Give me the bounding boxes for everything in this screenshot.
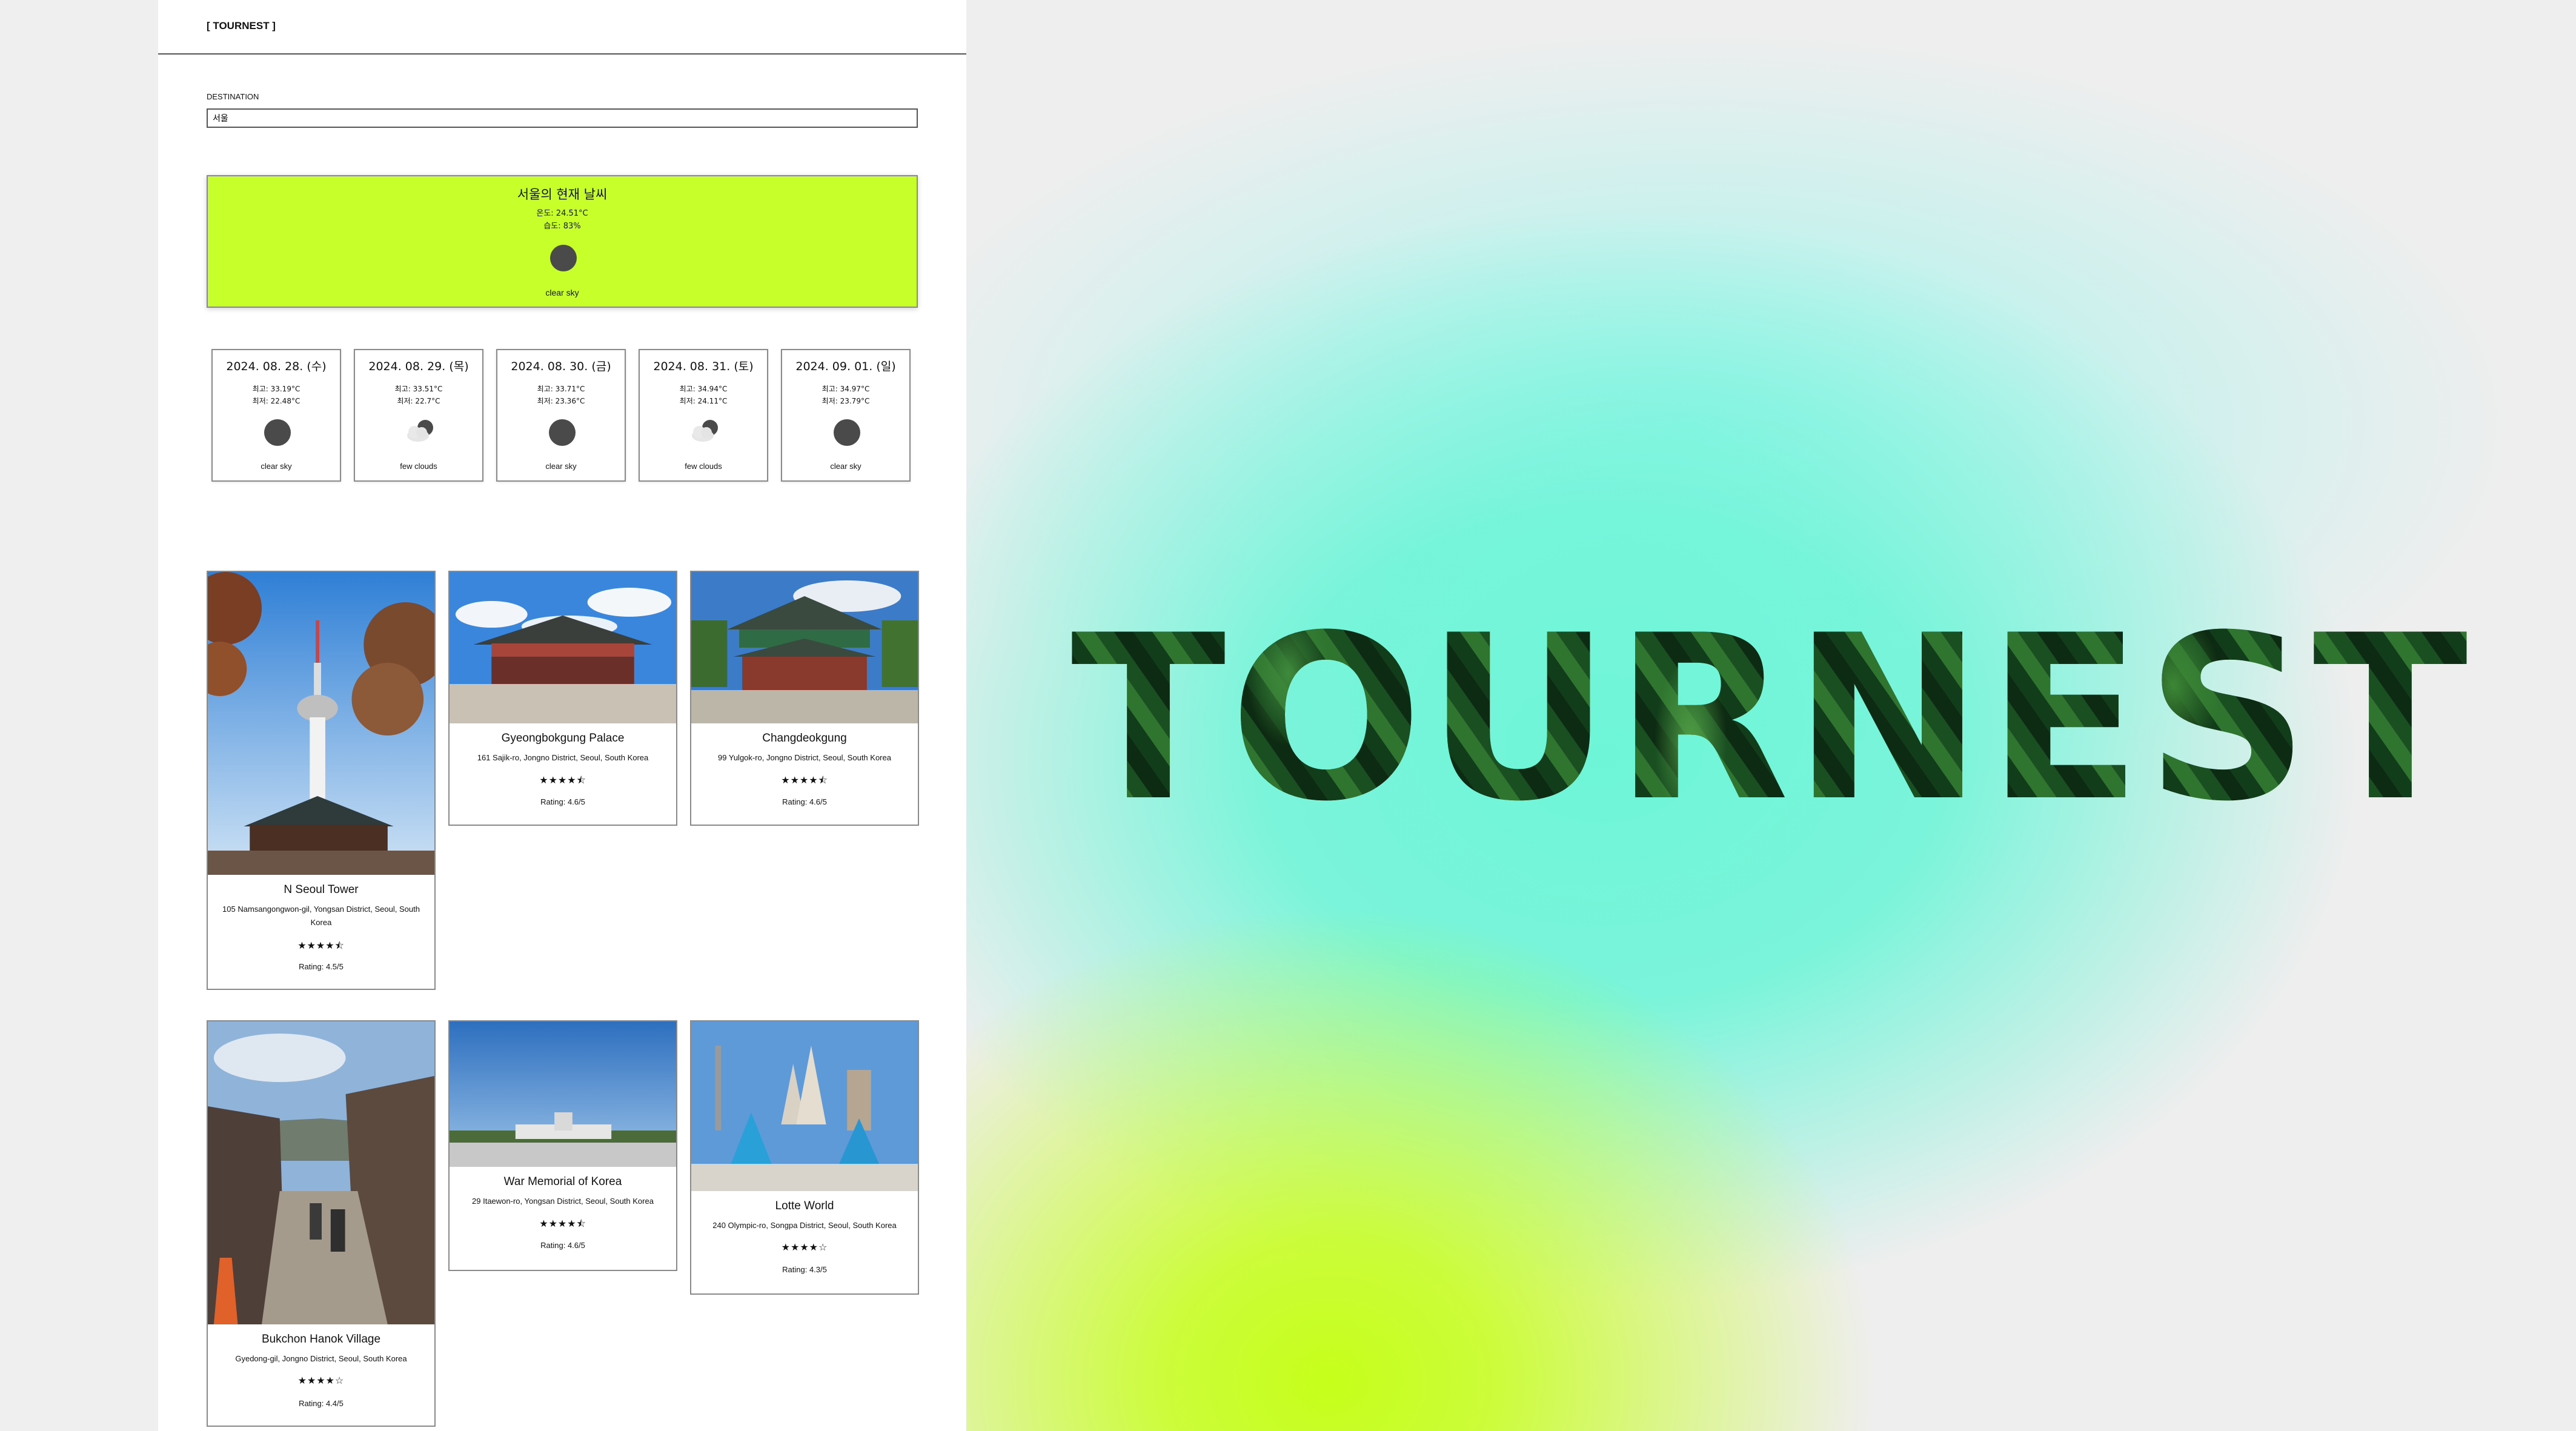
forecast-high: 최고: 33.51°C — [394, 385, 443, 393]
top-bar: [ TOURNEST ] — [158, 0, 966, 55]
place-photo — [691, 572, 918, 723]
forecast-low: 최저: 23.79°C — [822, 397, 870, 405]
forecast-high: 최고: 34.97°C — [822, 385, 870, 393]
star-rating-icon: ★★★★⯪ — [297, 940, 345, 951]
place-address: 99 Yulgok-ro, Jongno District, Seoul, So… — [718, 753, 891, 762]
forecast-description: clear sky — [261, 462, 292, 471]
current-weather-title: 서울의 현재 날씨 — [517, 187, 608, 202]
place-photo — [208, 572, 434, 875]
destination-label: DESTINATION — [207, 92, 259, 101]
place-photo — [208, 1021, 434, 1324]
place-rating: Rating: 4.6/5 — [540, 797, 585, 806]
place-photo — [450, 1021, 676, 1167]
current-weather-description: clear sky — [545, 288, 579, 297]
forecast-description: clear sky — [545, 462, 577, 471]
forecast-low: 최저: 24.11°C — [679, 397, 728, 405]
place-address: Gyedong-gil, Jongno District, Seoul, Sou… — [235, 1354, 407, 1363]
place-address: 29 Itaewon-ro, Yongsan District, Seoul, … — [472, 1197, 654, 1206]
place-address: 161 Sajik-ro, Jongno District, Seoul, So… — [477, 753, 649, 762]
place-rating: Rating: 4.5/5 — [299, 962, 344, 971]
forecast-date: 2024. 08. 31. (토) — [653, 360, 754, 373]
star-rating-icon: ★★★★☆ — [297, 1375, 345, 1386]
forecast-date: 2024. 09. 01. (일) — [795, 360, 896, 373]
place-card[interactable]: War Memorial of Korea 29 Itaewon-ro, Yon… — [448, 1020, 677, 1271]
place-address: 240 Olympic-ro, Songpa District, Seoul, … — [712, 1221, 897, 1230]
clear-sky-icon — [549, 419, 576, 446]
place-card[interactable]: Gyeongbokgung Palace 161 Sajik-ro, Jongn… — [448, 571, 677, 826]
few-clouds-icon — [692, 420, 718, 442]
star-rating-icon: ★★★★☆ — [781, 1241, 828, 1253]
place-rating: Rating: 4.6/5 — [782, 797, 827, 806]
app-panel: [ TOURNEST ] DESTINATION 서울의 현재 날씨 온도: 2… — [158, 0, 966, 1431]
destination-input[interactable] — [207, 108, 918, 128]
place-card[interactable]: N Seoul Tower 105 Namsangongwon-gil, Yon… — [207, 571, 436, 990]
forecast-low: 최저: 23.36°C — [537, 397, 585, 405]
place-address: 105 Namsangongwon-gil, Yongsan District,… — [222, 905, 420, 927]
place-name: N Seoul Tower — [284, 883, 359, 896]
forecast-card: 2024. 08. 29. (목) 최고: 33.51°C 최저: 22.7°C… — [354, 349, 483, 482]
few-clouds-icon — [407, 420, 433, 442]
place-card[interactable]: Bukchon Hanok Village Gyedong-gil, Jongn… — [207, 1020, 436, 1427]
forecast-high: 최고: 34.94°C — [679, 385, 728, 393]
star-rating-icon: ★★★★⯪ — [539, 1218, 586, 1229]
clear-sky-icon — [550, 245, 577, 271]
forecast-description: clear sky — [830, 462, 861, 471]
forecast-high: 최고: 33.19°C — [252, 385, 300, 393]
star-rating-icon: ★★★★⯪ — [539, 774, 586, 786]
place-name: War Memorial of Korea — [503, 1175, 622, 1188]
forecast-low: 최저: 22.7°C — [397, 397, 440, 405]
place-name: Lotte World — [775, 1200, 834, 1212]
place-rating: Rating: 4.3/5 — [782, 1265, 827, 1274]
hero-title: TOURNEST — [966, 606, 2576, 833]
clear-sky-icon — [264, 419, 291, 446]
forecast-low: 최저: 22.48°C — [252, 397, 300, 405]
current-temperature: 온도: 24.51°C — [536, 209, 588, 218]
place-name: Gyeongbokgung Palace — [501, 732, 625, 745]
current-weather-panel: 서울의 현재 날씨 온도: 24.51°C 습도: 83% clear sky — [207, 175, 918, 308]
hero-panel: TOURNEST — [966, 0, 2576, 1431]
place-card[interactable]: Lotte World 240 Olympic-ro, Songpa Distr… — [690, 1020, 919, 1295]
page-margin — [0, 0, 158, 1431]
place-name: Bukchon Hanok Village — [261, 1333, 381, 1346]
current-humidity: 습도: 83% — [543, 222, 581, 231]
place-name: Changdeokgung — [762, 732, 847, 745]
brand-logo[interactable]: [ TOURNEST ] — [207, 20, 276, 32]
place-photo — [450, 572, 676, 723]
clear-sky-icon — [834, 419, 860, 446]
place-photo — [691, 1021, 918, 1191]
forecast-card: 2024. 08. 30. (금) 최고: 33.71°C 최저: 23.36°… — [496, 349, 626, 482]
forecast-description: few clouds — [685, 462, 722, 471]
star-rating-icon: ★★★★⯪ — [781, 774, 828, 786]
place-rating: Rating: 4.4/5 — [299, 1399, 344, 1408]
place-card[interactable]: Changdeokgung 99 Yulgok-ro, Jongno Distr… — [690, 571, 919, 826]
forecast-description: few clouds — [400, 462, 437, 471]
forecast-high: 최고: 33.71°C — [537, 385, 585, 393]
forecast-card: 2024. 09. 01. (일) 최고: 34.97°C 최저: 23.79°… — [781, 349, 911, 482]
forecast-date: 2024. 08. 30. (금) — [511, 360, 611, 373]
forecast-date: 2024. 08. 28. (수) — [226, 360, 327, 373]
forecast-date: 2024. 08. 29. (목) — [368, 360, 469, 373]
forecast-card: 2024. 08. 31. (토) 최고: 34.94°C 최저: 24.11°… — [639, 349, 768, 482]
place-rating: Rating: 4.6/5 — [540, 1241, 585, 1250]
forecast-card: 2024. 08. 28. (수) 최고: 33.19°C 최저: 22.48°… — [211, 349, 341, 482]
